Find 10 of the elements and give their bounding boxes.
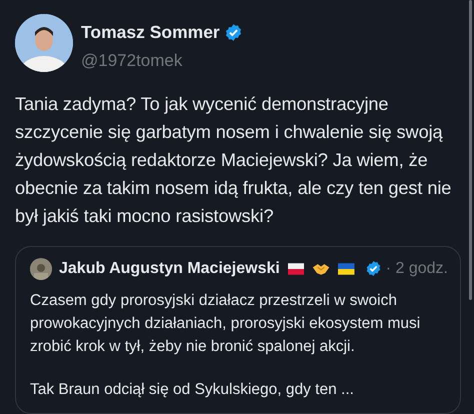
- post-time: · 2 godz.: [386, 258, 448, 279]
- quoted-tweet-text: Tak Braun odciął się od Sykulskiego, gdy ten ...: [30, 380, 355, 400]
- flag-icon: [288, 262, 304, 276]
- tweet-text: Tania zadyma? To jak wycenić demonstracyjne szczycenie się garbatym nosem i chwalenie się swoją żydowskością redaktorze Maciejewski? Ja wiem, że obecnie za takim nosem idą frukta, ale czy ten gest nie był jakiś taki mocno rasistowski?: [15, 92, 452, 228]
- flag-icon: [338, 262, 355, 276]
- quoted-tweet-text: Czasem gdy prorosyjski działacz przestrzeli w swoich prowokacyjnych działaniach, prorosyjski ekosystem musi zrobić krok w tył, żeby nie bronić spalonej akcji.: [30, 290, 422, 357]
- author-name: Tomasz Sommer: [81, 21, 220, 44]
- author-handle: @1972tomek: [81, 50, 184, 72]
- avatar: [30, 258, 52, 280]
- quoted-author-name: Jakub Augustyn Maciejewski: [59, 258, 280, 279]
